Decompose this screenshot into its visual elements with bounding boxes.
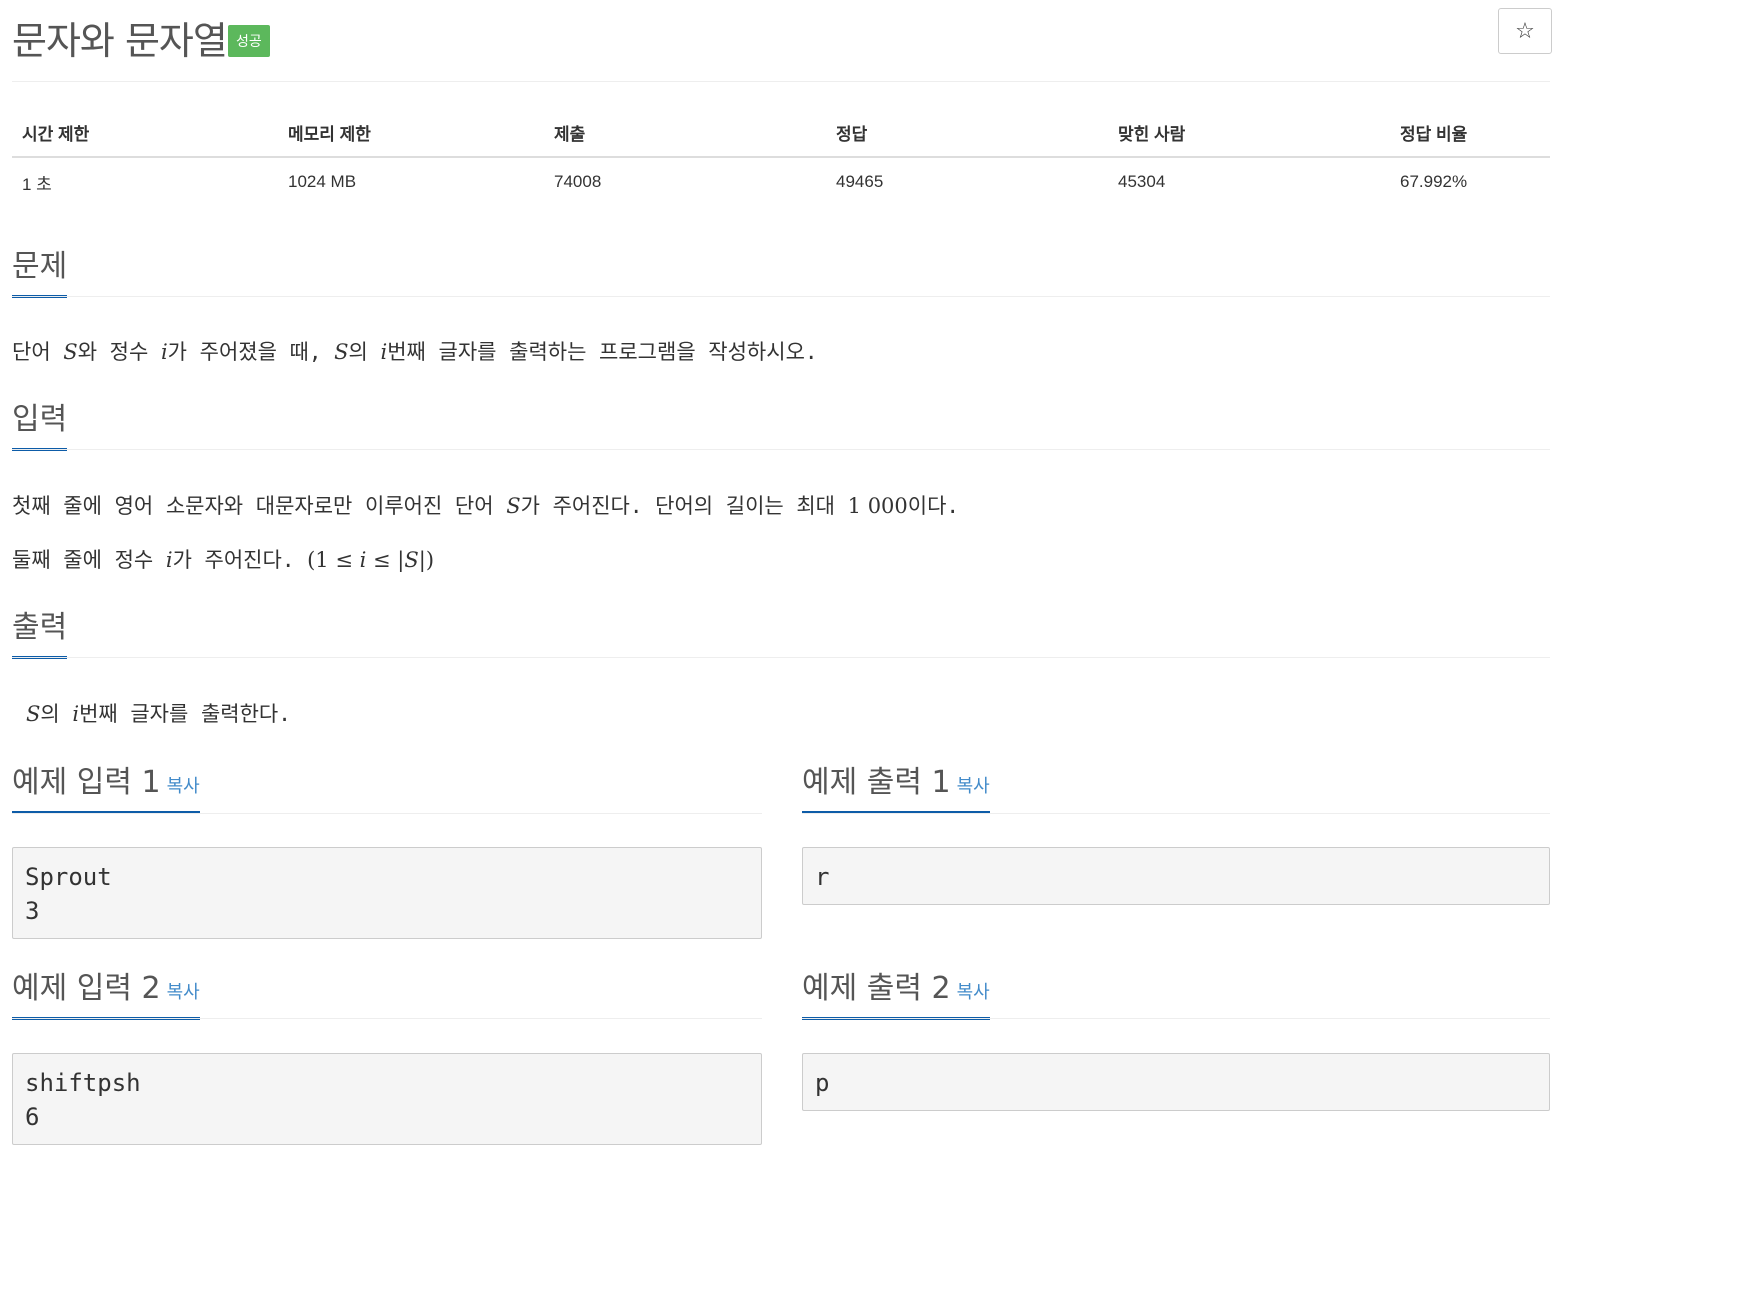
- section-divider: [802, 1018, 1550, 1019]
- section-title: 예제 입력 1 복사: [12, 766, 200, 814]
- math-expr: |): [418, 548, 435, 572]
- info-header: 정답: [826, 108, 1108, 158]
- section-divider: [12, 449, 1550, 450]
- info-header: 시간 제한: [12, 108, 278, 158]
- section-divider: [12, 657, 1550, 658]
- section-title: 예제 출력 1 복사: [802, 766, 990, 814]
- text: 의: [348, 340, 381, 364]
- math-expr: (1 ≤: [307, 548, 360, 572]
- status-badge: 성공: [228, 25, 270, 57]
- text: 단어: [12, 340, 64, 364]
- sample-title: 예제 출력 2: [802, 971, 951, 1006]
- title-divider: [12, 81, 1550, 82]
- section-divider: [12, 296, 1550, 297]
- info-header-row: 시간 제한 메모리 제한 제출 정답 맞힌 사람 정답 비율: [12, 108, 1550, 158]
- sample-title: 예제 입력 1: [12, 765, 161, 800]
- text: 번째 글자를 출력한다.: [79, 702, 291, 726]
- sample-input-1-header: 예제 입력 1 복사: [12, 766, 762, 814]
- math-number: 1 000: [847, 494, 908, 518]
- math-var: S: [506, 494, 521, 518]
- memory-limit-value: 1024 MB: [288, 172, 357, 191]
- text: 첫째 줄에 영어 소문자와 대문자로만 이루어진 단어: [12, 494, 507, 518]
- problem-description: 단어 S와 정수 i가 주어졌을 때, S의 i번째 글자를 출력하는 프로그램…: [12, 336, 818, 366]
- sample-input-1[interactable]: Sprout 3: [12, 847, 762, 939]
- input-description-line2: 둘째 줄에 정수 i가 주어진다. (1 ≤ i ≤ |S|): [12, 544, 434, 574]
- input-section-header: 입력: [12, 403, 1550, 451]
- section-title: 입력: [12, 403, 68, 451]
- text: 이다.: [907, 494, 960, 518]
- title-row: 문자와 문자열 성공 ☆: [12, 8, 1552, 68]
- text: 와 정수: [77, 340, 161, 364]
- math-var: S: [26, 702, 41, 726]
- output-description: S의 i번째 글자를 출력한다.: [26, 698, 291, 728]
- sample-output-1-header: 예제 출력 1 복사: [802, 766, 1550, 814]
- section-title: 출력: [12, 611, 68, 659]
- text: 둘째 줄에 정수: [12, 548, 166, 572]
- math-var: S: [334, 340, 349, 364]
- accepted-value: 49465: [836, 172, 884, 191]
- math-expr: ≤ |: [366, 548, 405, 572]
- favorite-star-button[interactable]: ☆: [1498, 8, 1552, 54]
- section-title: 문제: [12, 250, 68, 298]
- solved-users-value: 45304: [1118, 172, 1166, 191]
- section-title: 예제 입력 2 복사: [12, 972, 200, 1020]
- text: 번째 글자를 출력하는 프로그램을 작성하시오.: [387, 340, 818, 364]
- star-icon: ☆: [1515, 18, 1535, 44]
- submissions-value: 74008: [554, 172, 602, 191]
- copy-button[interactable]: 복사: [167, 982, 200, 1003]
- math-var: S: [404, 548, 419, 572]
- page-title: 문자와 문자열: [12, 19, 228, 63]
- sample-title: 예제 출력 1: [802, 765, 951, 800]
- text: 가 주어진다.: [172, 548, 308, 572]
- sample-input-2-header: 예제 입력 2 복사: [12, 972, 762, 1020]
- time-limit-value: 1 초: [22, 174, 52, 194]
- sample-title: 예제 입력 2: [12, 971, 161, 1006]
- info-header: 정답 비율: [1390, 108, 1550, 158]
- copy-button[interactable]: 복사: [957, 776, 990, 797]
- copy-button[interactable]: 복사: [957, 982, 990, 1003]
- problem-section-header: 문제: [12, 250, 1550, 298]
- problem-info-table: 시간 제한 메모리 제한 제출 정답 맞힌 사람 정답 비율 1 초 1024 …: [12, 108, 1550, 206]
- info-value-row: 1 초 1024 MB 74008 49465 45304 67.992%: [12, 157, 1550, 206]
- sample-output-2[interactable]: p: [802, 1053, 1550, 1111]
- sample-output-2-header: 예제 출력 2 복사: [802, 972, 1550, 1020]
- section-divider: [802, 813, 1550, 814]
- text: 가 주어졌을 때,: [167, 340, 335, 364]
- math-var: i: [160, 340, 168, 364]
- accept-ratio-value: 67.992%: [1400, 172, 1468, 191]
- text: 가 주어진다. 단어의 길이는 최대: [520, 494, 848, 518]
- math-var: S: [63, 340, 78, 364]
- math-var: i: [165, 548, 173, 572]
- section-divider: [12, 813, 762, 814]
- info-header: 제출: [544, 108, 826, 158]
- text: 의: [40, 702, 73, 726]
- sample-output-1[interactable]: r: [802, 847, 1550, 905]
- section-divider: [12, 1018, 762, 1019]
- section-title: 예제 출력 2 복사: [802, 972, 990, 1020]
- info-header: 맞힌 사람: [1108, 108, 1390, 158]
- copy-button[interactable]: 복사: [167, 776, 200, 797]
- input-description-line1: 첫째 줄에 영어 소문자와 대문자로만 이루어진 단어 S가 주어진다. 단어의…: [12, 490, 959, 520]
- info-header: 메모리 제한: [278, 108, 544, 158]
- sample-input-2[interactable]: shiftpsh 6: [12, 1053, 762, 1145]
- output-section-header: 출력: [12, 611, 1550, 659]
